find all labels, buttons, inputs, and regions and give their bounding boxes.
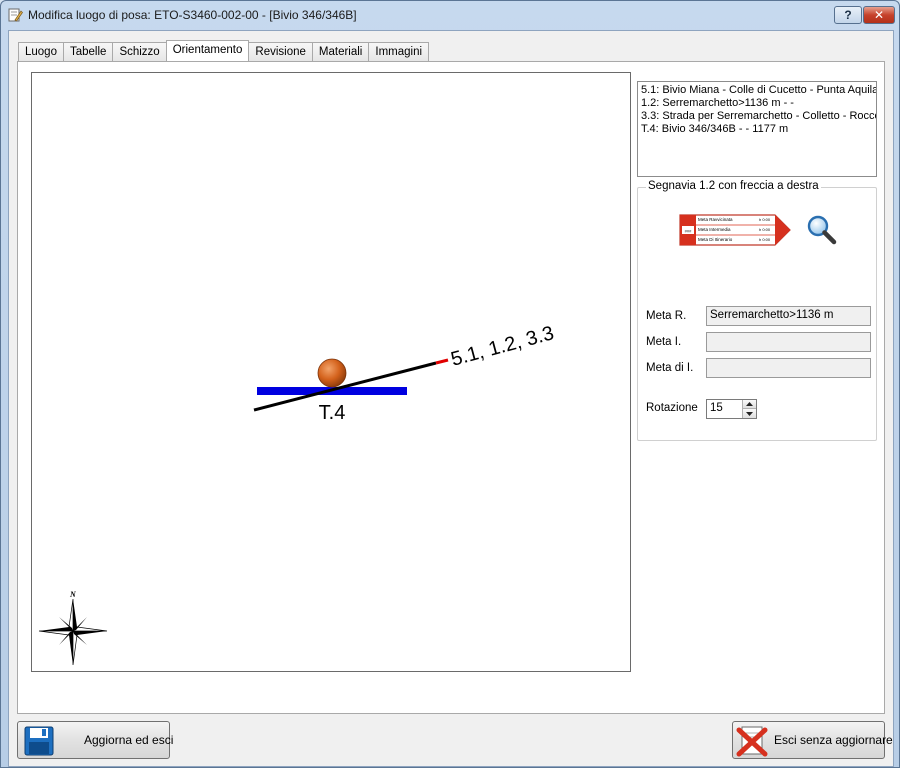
tab-strip: Luogo Tabelle Schizzo Orientamento Revis… [18,40,430,61]
rotation-spin-buttons [742,400,756,418]
direction-arrow-tip [435,358,449,365]
title-bar[interactable]: Modifica luogo di posa: ETO-S3460-002-00… [1,1,899,29]
meta-r-field[interactable]: Serremarchetto>1136 m [706,306,871,326]
save-button-label: Aggiorna ed esci [84,733,174,747]
dialog-client-area: Luogo Tabelle Schizzo Orientamento Revis… [8,30,894,767]
svg-text:Meta Ravvicinata: Meta Ravvicinata [698,217,733,222]
meta-di-field[interactable] [706,358,871,378]
tab-revisione[interactable]: Revisione [248,42,313,61]
tab-orientamento[interactable]: Orientamento [165,40,250,61]
tab-immagini[interactable]: Immagini [368,42,430,61]
help-button[interactable]: ? [834,6,862,24]
svg-text:Meta Intermedia: Meta Intermedia [698,227,731,232]
floppy-disk-icon [24,726,54,756]
meta-i-label: Meta I. [646,336,682,348]
dialog-window: Modifica luogo di posa: ETO-S3460-002-00… [0,0,900,768]
meta-di-label: Meta di I. [646,362,694,374]
arrow-up-icon [746,402,753,406]
list-item[interactable]: 3.3: Strada per Serremarchetto - Collett… [641,110,876,123]
rotation-up-button[interactable] [743,400,756,409]
svg-text:h 0:00: h 0:00 [759,217,771,222]
post-label: T.4 [319,402,346,424]
help-icon: ? [844,8,852,22]
window-title: Modifica luogo di posa: ETO-S3460-002-00… [28,8,357,22]
rotation-down-button[interactable] [743,409,756,418]
rotation-value[interactable]: 15 [710,402,723,414]
close-icon: ✕ [873,8,885,22]
list-item[interactable]: T.4: Bivio 346/346B - - 1177 m [641,123,873,136]
sign-group-box: Segnavia 1.2 con freccia a destra ### Me… [637,180,877,441]
compass-north-label: N [69,590,77,599]
close-button[interactable]: ✕ [863,6,895,24]
arrow-destinations-label: 5.1, 1.2, 3.3 [449,322,557,371]
list-item[interactable]: 5.1: Bivio Miana - Colle di Cucetto - Pu… [641,84,876,97]
rotation-label: Rotazione [646,402,698,414]
save-and-exit-button[interactable]: Aggiorna ed esci [17,721,174,759]
tab-tabelle[interactable]: Tabelle [62,42,114,61]
zoom-magnifier-icon[interactable] [806,214,838,246]
list-item[interactable]: 1.2: Serremarchetto>1136 m - - [641,97,873,110]
destinations-list[interactable]: 5.1: Bivio Miana - Colle di Cucetto - Pu… [637,81,877,177]
compass-rose-icon: N [38,590,108,666]
orientation-tab-panel: T.4 5.1, 1.2, 3.3 N 5.1: Bivio Miana - C… [17,61,885,714]
arrow-down-icon [746,411,753,416]
sign-group-title: Segnavia 1.2 con freccia a destra [646,180,821,192]
svg-text:h 0:00: h 0:00 [759,227,771,232]
tab-schizzo[interactable]: Schizzo [112,42,167,61]
rotation-stepper[interactable]: 15 [706,399,757,419]
tab-luogo[interactable]: Luogo [18,42,64,61]
exit-button-label: Esci senza aggiornare [774,733,893,747]
cancel-document-icon [736,726,768,757]
signpost-marker [317,358,347,388]
svg-text:h 0:00: h 0:00 [759,237,771,242]
meta-i-field[interactable] [706,332,871,352]
meta-r-label: Meta R. [646,310,687,322]
signpost-preview-image: ### Meta Ravvicinata Meta Intermedia Met… [679,214,791,246]
orientation-canvas[interactable]: T.4 5.1, 1.2, 3.3 N [31,72,631,672]
svg-text:Meta Di Itinerario: Meta Di Itinerario [698,237,733,242]
tab-materiali[interactable]: Materiali [311,42,370,61]
edit-document-icon [8,8,23,22]
svg-text:###: ### [685,229,692,234]
exit-without-saving-button[interactable]: Esci senza aggiornare [732,721,893,759]
